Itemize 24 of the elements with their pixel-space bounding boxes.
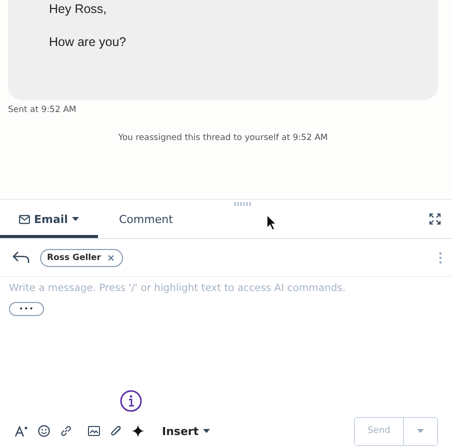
emoji-icon[interactable] [38,425,50,437]
mouse-pointer-icon [266,214,277,230]
envelope-icon [19,214,30,224]
caret-icon [417,429,424,433]
recipient-chip[interactable]: Ross Geller [40,248,123,266]
image-icon[interactable] [88,426,100,436]
message-text: Hey Ross, [49,1,108,18]
sparkle-icon[interactable] [132,425,144,437]
activity-note: You reassigned this thread to yourself at 9:52 AM [117,133,329,143]
composer-tab[interactable]: Email [0,200,98,238]
message-text: How are you? [49,34,128,51]
caret-icon [72,217,79,221]
composer-tab[interactable]: Comment [119,200,173,238]
insert-button[interactable]: Insert [162,424,210,438]
paperclip-icon[interactable] [110,425,122,437]
expand-icon[interactable] [429,213,441,225]
close-icon[interactable] [108,254,114,260]
text-style-icon[interactable] [15,426,28,436]
link-icon[interactable] [60,425,72,437]
sent-time: Sent at 9:52 AM [8,105,78,115]
info-icon [120,390,142,412]
drag-handle-icon[interactable] [234,202,251,206]
caret-icon [202,429,210,433]
reply-icon[interactable] [12,250,30,264]
